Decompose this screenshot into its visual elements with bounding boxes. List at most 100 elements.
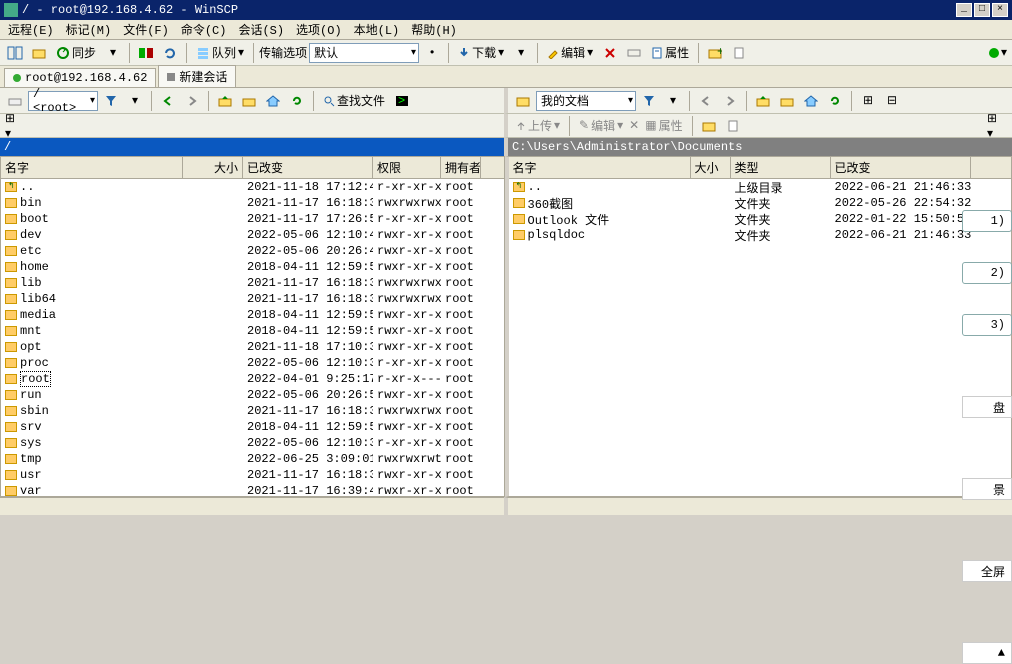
file-row[interactable]: mnt2018-04-11 12:59:55rwxr-xr-xroot bbox=[1, 323, 504, 339]
rename-icon[interactable] bbox=[623, 42, 645, 64]
new-file-icon[interactable] bbox=[728, 42, 750, 64]
menu-options[interactable]: 选项(O) bbox=[290, 21, 348, 38]
browse-icon[interactable]: ▾ bbox=[102, 42, 124, 64]
local-filter-icon[interactable] bbox=[638, 90, 660, 112]
file-row[interactable]: etc2022-05-06 20:26:49rwxr-xr-xroot bbox=[1, 243, 504, 259]
reload-icon[interactable] bbox=[159, 42, 181, 64]
col-perm[interactable]: 权限 bbox=[373, 157, 441, 178]
find-files-button[interactable]: 查找文件 bbox=[319, 92, 389, 109]
local-edit-button[interactable]: ✎ 编辑 ▾ bbox=[575, 117, 627, 134]
remote-back-icon[interactable] bbox=[157, 90, 179, 112]
sync-button[interactable]: 同步 bbox=[52, 44, 100, 61]
file-row[interactable]: ..上级目录2022-06-21 21:46:33 bbox=[509, 179, 1012, 195]
transfer-options-combo[interactable]: 默认 bbox=[309, 43, 419, 63]
file-row[interactable]: srv2018-04-11 12:59:55rwxr-xr-xroot bbox=[1, 419, 504, 435]
tab-session[interactable]: root@192.168.4.62 bbox=[4, 68, 156, 87]
minimize-button[interactable]: _ bbox=[956, 3, 972, 17]
local-extras-2-icon[interactable]: ⊟ bbox=[881, 90, 903, 112]
remote-bookmark-icon[interactable]: ▾ bbox=[124, 90, 146, 112]
local-forward-icon[interactable] bbox=[719, 90, 741, 112]
new-folder-icon[interactable]: + bbox=[704, 42, 726, 64]
local-newfolder-icon[interactable] bbox=[698, 115, 720, 137]
local-refresh-icon[interactable] bbox=[824, 90, 846, 112]
col-type-r[interactable]: 类型 bbox=[731, 157, 831, 178]
menu-file[interactable]: 文件(F) bbox=[117, 21, 175, 38]
remote-path[interactable]: / bbox=[0, 138, 504, 156]
bg-item-arrow[interactable]: ▲ bbox=[962, 642, 1012, 664]
menu-mark[interactable]: 标记(M) bbox=[60, 21, 118, 38]
local-bookmark-icon[interactable]: ▾ bbox=[662, 90, 684, 112]
file-row[interactable]: ..2021-11-18 17:12:46r-xr-xr-xroot bbox=[1, 179, 504, 195]
file-row[interactable]: opt2021-11-18 17:10:30rwxr-xr-xroot bbox=[1, 339, 504, 355]
local-root-icon[interactable] bbox=[776, 90, 798, 112]
menu-help[interactable]: 帮助(H) bbox=[405, 21, 463, 38]
remote-root-icon[interactable] bbox=[238, 90, 260, 112]
remote-up-icon[interactable] bbox=[214, 90, 236, 112]
file-row[interactable]: sbin2021-11-17 16:18:37rwxrwxrwxroot bbox=[1, 403, 504, 419]
file-row[interactable]: 360截图文件夹2022-05-26 22:54:32 bbox=[509, 195, 1012, 211]
edit-button[interactable]: 编辑 ▾ bbox=[543, 44, 597, 61]
file-row[interactable]: Outlook 文件文件夹2022-01-22 15:50:57 bbox=[509, 211, 1012, 227]
layout-icon[interactable] bbox=[4, 42, 26, 64]
close-button[interactable]: × bbox=[992, 3, 1008, 17]
file-row[interactable]: usr2021-11-17 16:18:37rwxr-xr-xroot bbox=[1, 467, 504, 483]
file-row[interactable]: media2018-04-11 12:59:55rwxr-xr-xroot bbox=[1, 307, 504, 323]
col-name[interactable]: 名字 bbox=[1, 157, 183, 178]
queue-button[interactable]: 队列 ▾ bbox=[192, 44, 248, 61]
download-button[interactable]: 下载 ▾ bbox=[454, 44, 508, 61]
local-extras-1-icon[interactable]: ⊞ bbox=[857, 90, 879, 112]
download-split-icon[interactable]: ▾ bbox=[510, 42, 532, 64]
local-back-icon[interactable] bbox=[695, 90, 717, 112]
remote-terminal-icon[interactable]: > bbox=[391, 90, 413, 112]
local-up-icon[interactable] bbox=[752, 90, 774, 112]
toolbar-menu-icon[interactable]: ▾ bbox=[986, 42, 1008, 64]
file-row[interactable]: dev2022-05-06 12:10:40rwxr-xr-xroot bbox=[1, 227, 504, 243]
local-path[interactable]: C:\Users\Administrator\Documents bbox=[504, 138, 1012, 156]
col-size-r[interactable]: 大小 bbox=[691, 157, 731, 178]
local-properties-button[interactable]: ▦ 属性 bbox=[641, 117, 686, 134]
menu-local[interactable]: 本地(L) bbox=[348, 21, 406, 38]
remote-new-icon[interactable]: ⊞ ▾ bbox=[4, 115, 26, 137]
delete-icon[interactable] bbox=[599, 42, 621, 64]
file-row[interactable]: lib2021-11-17 16:18:37rwxrwxrwxroot bbox=[1, 275, 504, 291]
session-icon[interactable] bbox=[28, 42, 50, 64]
file-row[interactable]: bin2021-11-17 16:18:37rwxrwxrwxroot bbox=[1, 195, 504, 211]
file-row[interactable]: proc2022-05-06 12:10:30r-xr-xr-xroot bbox=[1, 355, 504, 371]
file-row[interactable]: sys2022-05-06 12:10:35r-xr-xr-xroot bbox=[1, 435, 504, 451]
transfer-settings-icon[interactable]: • bbox=[421, 42, 443, 64]
bg-option-3[interactable]: 3) bbox=[962, 314, 1012, 336]
remote-filter-icon[interactable] bbox=[100, 90, 122, 112]
local-new-icon[interactable]: ⊞ ▾ bbox=[986, 115, 1008, 137]
local-drive-combo[interactable]: 我的文档 bbox=[536, 91, 636, 111]
bg-item-scene[interactable]: 景 bbox=[962, 478, 1012, 500]
file-row[interactable]: root2022-04-01 9:25:17r-xr-x---root bbox=[1, 371, 504, 387]
local-newfile-icon[interactable] bbox=[722, 115, 744, 137]
file-row[interactable]: boot2021-11-17 17:26:56r-xr-xr-xroot bbox=[1, 211, 504, 227]
menu-remote[interactable]: 远程(E) bbox=[2, 21, 60, 38]
bg-item-disk[interactable]: 盘 bbox=[962, 396, 1012, 418]
local-delete-icon[interactable]: ✕ bbox=[629, 118, 639, 133]
compare-icon[interactable] bbox=[135, 42, 157, 64]
remote-forward-icon[interactable] bbox=[181, 90, 203, 112]
maximize-button[interactable]: □ bbox=[974, 3, 990, 17]
remote-refresh-icon[interactable] bbox=[286, 90, 308, 112]
file-row[interactable]: home2018-04-11 12:59:55rwxr-xr-xroot bbox=[1, 259, 504, 275]
properties-button[interactable]: 属性 bbox=[647, 44, 693, 61]
menu-command[interactable]: 命令(C) bbox=[175, 21, 233, 38]
file-row[interactable]: plsqldoc文件夹2022-06-21 21:46:33 bbox=[509, 227, 1012, 243]
col-changed[interactable]: 已改变 bbox=[243, 157, 373, 178]
file-row[interactable]: lib642021-11-17 16:18:37rwxrwxrwxroot bbox=[1, 291, 504, 307]
remote-home-icon[interactable] bbox=[262, 90, 284, 112]
bg-option-1[interactable]: 1) bbox=[962, 210, 1012, 232]
local-home-icon[interactable] bbox=[800, 90, 822, 112]
col-changed-r[interactable]: 已改变 bbox=[831, 157, 971, 178]
col-owner[interactable]: 拥有者 bbox=[441, 157, 481, 178]
file-row[interactable]: var2021-11-17 16:39:48rwxr-xr-xroot bbox=[1, 483, 504, 497]
bg-item-fullscreen[interactable]: 全屏 bbox=[962, 560, 1012, 582]
local-drive-icon[interactable] bbox=[512, 90, 534, 112]
remote-drive-icon[interactable] bbox=[4, 90, 26, 112]
col-name-r[interactable]: 名字 bbox=[509, 157, 691, 178]
file-row[interactable]: tmp2022-06-25 3:09:01rwxrwxrwtroot bbox=[1, 451, 504, 467]
bg-option-2[interactable]: 2) bbox=[962, 262, 1012, 284]
menu-session[interactable]: 会话(S) bbox=[232, 21, 290, 38]
